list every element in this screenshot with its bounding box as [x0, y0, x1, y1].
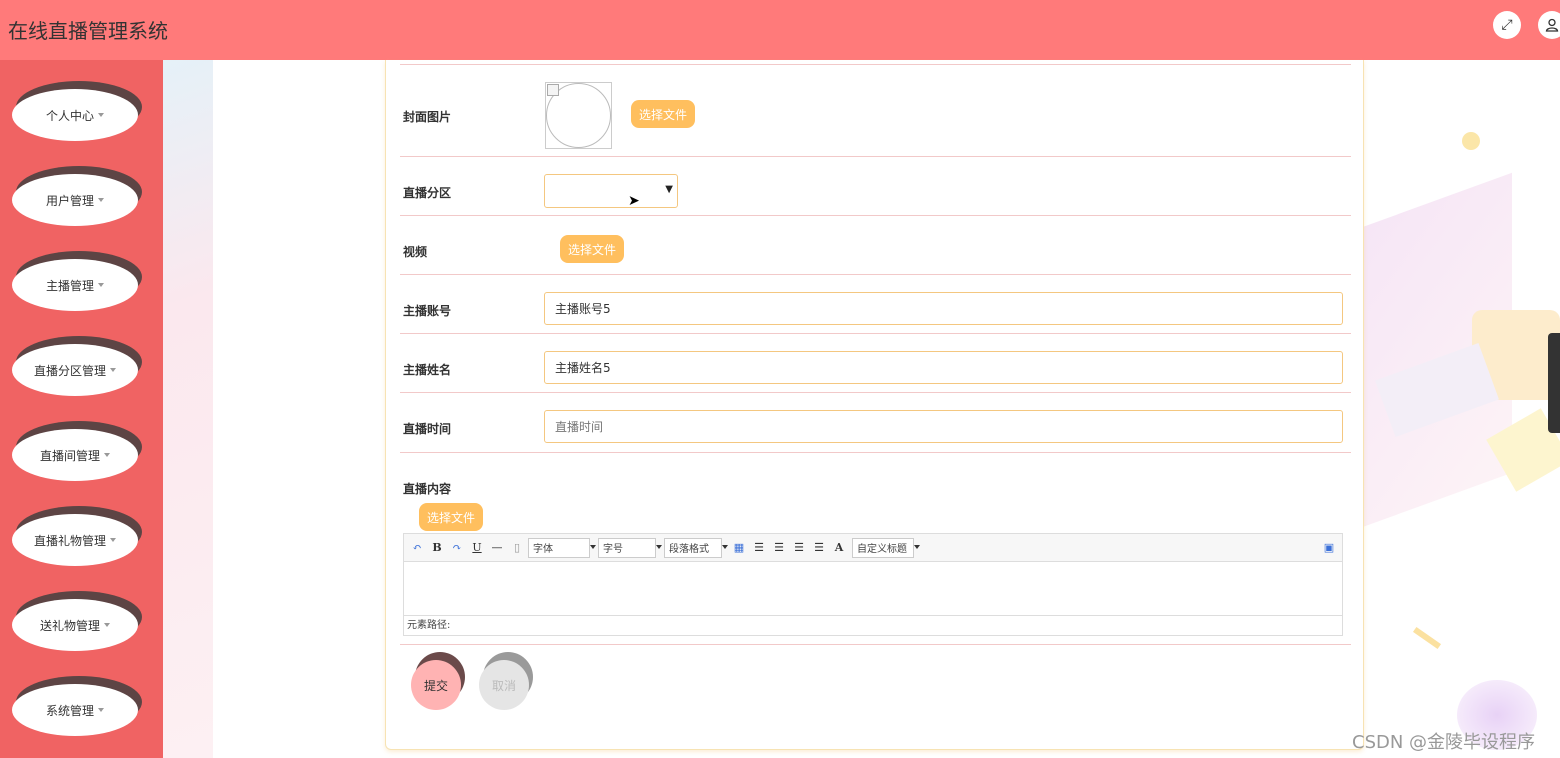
paste-icon[interactable]: ▯: [508, 539, 526, 557]
side-scroll-handle[interactable]: [1548, 333, 1560, 433]
background-decoration-left: [163, 60, 213, 758]
align-right-icon[interactable]: ☰: [770, 539, 788, 557]
paragraph-format-select[interactable]: 段落格式: [664, 537, 728, 558]
broken-image-icon: [547, 84, 559, 96]
redo-icon[interactable]: ↷: [448, 539, 466, 557]
anchor-account-label: 主播账号: [403, 304, 452, 318]
anchor-name-input[interactable]: 主播姓名5: [544, 351, 1343, 384]
video-choose-file-button[interactable]: 选择文件: [560, 235, 625, 263]
top-header: 在线直播管理系统 ⤢: [0, 0, 1560, 60]
bold-icon[interactable]: B: [428, 539, 446, 557]
sidebar-item-gift-management[interactable]: 直播礼物管理: [12, 506, 142, 570]
app-title: 在线直播管理系统: [8, 19, 168, 43]
table-icon[interactable]: ▦: [730, 539, 748, 557]
sidebar-item-label: 直播礼物管理: [33, 533, 106, 548]
underline-icon[interactable]: U: [468, 539, 486, 557]
editor-toolbar: ↶ B ↷ U — ▯ 字体 字号 段落格式 ▦ ☰ ☰ ☰ ☰ A 自定义标题…: [404, 534, 1342, 562]
sidebar-item-label: 个人中心: [45, 108, 94, 123]
caret-down-icon: [98, 198, 104, 202]
background-decoration-right: [1362, 60, 1560, 758]
align-center-icon[interactable]: ☰: [790, 539, 808, 557]
caret-down-icon: [110, 538, 116, 542]
sidebar-item-label: 直播间管理: [39, 448, 100, 463]
align-justify-icon[interactable]: ☰: [810, 539, 828, 557]
sidebar-item-label: 直播分区管理: [33, 363, 106, 378]
cover-label: 封面图片: [403, 110, 452, 124]
sidebar-item-anchor-management[interactable]: 主播管理: [12, 251, 142, 315]
sidebar-item-personal-center[interactable]: 个人中心: [12, 81, 142, 145]
anchor-account-input[interactable]: 主播账号5: [544, 292, 1343, 325]
user-icon[interactable]: [1538, 11, 1560, 39]
sidebar-item-label: 主播管理: [45, 278, 94, 293]
sidebar-item-category-management[interactable]: 直播分区管理: [12, 336, 142, 400]
font-family-select[interactable]: 字体: [528, 537, 596, 558]
category-select[interactable]: ▼: [544, 174, 678, 208]
category-label: 直播分区: [403, 186, 452, 200]
preview-icon[interactable]: ▣: [1320, 539, 1338, 557]
caret-down-icon: [98, 708, 104, 712]
sidebar-item-label: 送礼物管理: [39, 618, 100, 633]
submit-button[interactable]: 提交: [411, 652, 467, 714]
font-size-select[interactable]: 字号: [598, 537, 662, 558]
sidebar-item-room-management[interactable]: 直播间管理: [12, 421, 142, 485]
cover-choose-file-button[interactable]: 选择文件: [631, 100, 696, 128]
watermark: CSDN @金陵毕设程序: [1352, 732, 1536, 753]
font-color-icon[interactable]: A: [830, 539, 848, 557]
expand-icon[interactable]: ⤢: [1493, 11, 1521, 39]
sidebar: 个人中心 用户管理 主播管理 直播分区管理 直播间管理 直播礼物管理 送礼物管理…: [0, 60, 163, 758]
video-label: 视频: [403, 245, 428, 259]
custom-title-select[interactable]: 自定义标题: [852, 537, 920, 558]
cover-image-preview: [545, 82, 612, 149]
form-card: 封面图片 选择文件 直播分区 ▼ 视频 选择文件 主播账号 主播账号5 主播姓名…: [385, 60, 1364, 750]
horizontal-rule-icon[interactable]: —: [488, 539, 506, 557]
sidebar-item-label: 系统管理: [45, 703, 94, 718]
editor-content-area[interactable]: [404, 563, 1342, 614]
rich-text-editor[interactable]: ↶ B ↷ U — ▯ 字体 字号 段落格式 ▦ ☰ ☰ ☰ ☰ A 自定义标题…: [403, 533, 1343, 636]
content-choose-file-button[interactable]: 选择文件: [419, 503, 484, 531]
sidebar-item-label: 用户管理: [45, 193, 94, 208]
live-time-input[interactable]: 直播时间: [544, 410, 1343, 443]
live-time-label: 直播时间: [403, 422, 452, 436]
sidebar-item-user-management[interactable]: 用户管理: [12, 166, 142, 230]
align-left-icon[interactable]: ☰: [750, 539, 768, 557]
content-label: 直播内容: [403, 482, 452, 496]
sidebar-item-system-management[interactable]: 系统管理: [12, 676, 142, 740]
caret-down-icon: [110, 368, 116, 372]
caret-down-icon: [104, 623, 110, 627]
anchor-name-label: 主播姓名: [403, 363, 452, 377]
caret-down-icon: [98, 113, 104, 117]
element-path-bar: 元素路径:: [404, 615, 1342, 635]
chevron-down-icon: ▼: [665, 184, 673, 195]
mouse-cursor-icon: ➤: [628, 193, 640, 209]
caret-down-icon: [104, 453, 110, 457]
sidebar-item-send-gift-management[interactable]: 送礼物管理: [12, 591, 142, 655]
cancel-button[interactable]: 取消: [479, 652, 535, 714]
undo-icon[interactable]: ↶: [408, 539, 426, 557]
caret-down-icon: [98, 283, 104, 287]
